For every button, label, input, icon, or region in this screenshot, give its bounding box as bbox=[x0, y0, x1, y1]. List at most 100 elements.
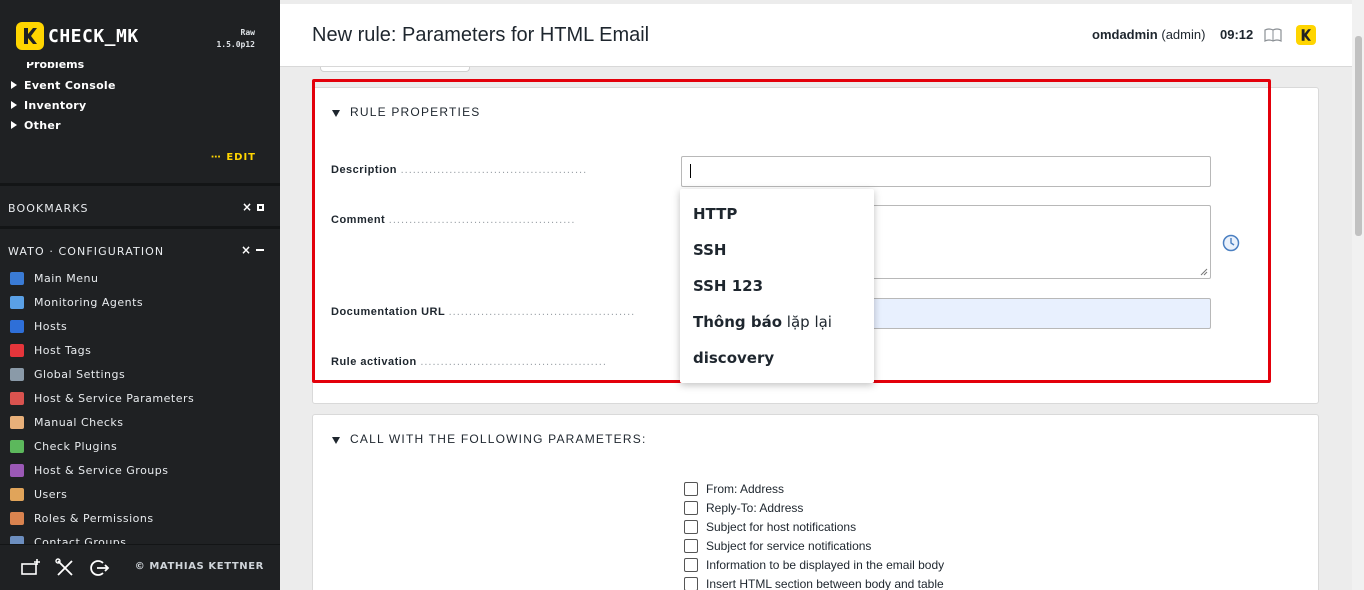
param-checkbox-row[interactable]: Reply-To: Address bbox=[684, 500, 803, 516]
checkbox[interactable] bbox=[684, 520, 698, 534]
wato-menu-item[interactable]: Check Plugins bbox=[10, 439, 117, 455]
user-role: (admin) bbox=[1161, 27, 1206, 42]
menu-item-label: Check Plugins bbox=[34, 440, 118, 453]
call-params-header[interactable]: CALL WITH THE FOLLOWING PARAMETERS: bbox=[332, 432, 646, 446]
sidebar-item-other[interactable]: Other bbox=[11, 119, 61, 132]
wato-menu-item[interactable]: Roles & Permissions bbox=[10, 511, 154, 527]
logo-bar: CHECK_MK Raw 1.5.0p12 bbox=[0, 0, 280, 62]
menu-item-icon bbox=[10, 440, 24, 453]
tools-icon[interactable] bbox=[52, 555, 78, 581]
checkbox[interactable] bbox=[684, 539, 698, 553]
add-snapin-icon[interactable] bbox=[18, 555, 44, 581]
menu-item-icon bbox=[10, 464, 24, 477]
checkmk-k-icon[interactable] bbox=[1296, 25, 1316, 45]
label-dots: ........................................… bbox=[448, 306, 636, 318]
label-dots: ........................................… bbox=[400, 164, 588, 176]
user-info[interactable]: omdadmin (admin) bbox=[1092, 27, 1205, 42]
comment-label: Comment ................................… bbox=[331, 214, 575, 226]
triangle-right-icon bbox=[11, 101, 17, 109]
menu-item-icon bbox=[10, 512, 24, 525]
username: omdadmin bbox=[1092, 27, 1158, 42]
edit-link[interactable]: ⋯ EDIT bbox=[211, 152, 256, 163]
tree-item-label: Event Console bbox=[24, 79, 116, 92]
triangle-down-icon bbox=[332, 110, 340, 117]
param-label: From: Address bbox=[706, 482, 785, 496]
wato-menu-item[interactable]: Manual Checks bbox=[10, 415, 124, 431]
sidebar-item-event-console[interactable]: Event Console bbox=[11, 79, 116, 92]
version-label: 1.5.0p12 bbox=[216, 40, 255, 49]
wato-title[interactable]: WATO · CONFIGURATION bbox=[8, 245, 164, 258]
maximize-icon[interactable] bbox=[257, 204, 264, 211]
triangle-right-icon bbox=[11, 81, 17, 89]
checkbox[interactable] bbox=[684, 501, 698, 515]
timestamp-icon[interactable] bbox=[1222, 234, 1240, 252]
param-label: Subject for host notifications bbox=[706, 520, 857, 534]
autocomplete-option[interactable]: Thông báo lặp lại bbox=[680, 311, 874, 347]
label-text: Documentation URL bbox=[331, 306, 446, 318]
checkbox[interactable] bbox=[684, 558, 698, 572]
menu-item-label: Host Tags bbox=[34, 344, 92, 357]
checkbox[interactable] bbox=[684, 577, 698, 590]
minimize-icon[interactable] bbox=[256, 249, 264, 251]
triangle-down-icon bbox=[332, 437, 340, 444]
param-checkbox-row[interactable]: From: Address bbox=[684, 481, 784, 497]
menu-item-icon bbox=[10, 416, 24, 429]
autocomplete-option[interactable]: SSH 123 bbox=[680, 275, 874, 311]
page: CHECK_MK Raw 1.5.0p12 Problems Event Con… bbox=[0, 0, 1364, 590]
menu-item-label: Hosts bbox=[34, 320, 68, 333]
sidebar-item-inventory[interactable]: Inventory bbox=[11, 99, 87, 112]
scrollbar-thumb[interactable] bbox=[1355, 36, 1362, 236]
param-checkbox-row[interactable]: Information to be displayed in the email… bbox=[684, 557, 944, 573]
wato-menu-item[interactable]: Global Settings bbox=[10, 367, 125, 383]
page-title: New rule: Parameters for HTML Email bbox=[312, 24, 650, 46]
wato-menu-item[interactable]: Hosts bbox=[10, 319, 67, 335]
menu-item-icon bbox=[10, 344, 24, 357]
sidebar-separator bbox=[0, 183, 280, 186]
wato-menu-item[interactable]: Users bbox=[10, 487, 67, 503]
autocomplete-option[interactable]: HTTP bbox=[680, 203, 874, 239]
sidebar-separator bbox=[0, 226, 280, 229]
wato-menu-item[interactable]: Host Tags bbox=[10, 343, 91, 359]
param-checkbox-row[interactable]: Subject for host notifications bbox=[684, 519, 856, 535]
rule-activation-label: Rule activation ........................… bbox=[331, 356, 607, 368]
copyright-text: © MATHIAS KETTNER bbox=[134, 561, 264, 572]
wato-menu-item[interactable]: Host & Service Groups bbox=[10, 463, 169, 479]
logout-icon[interactable] bbox=[86, 555, 112, 581]
clock: 09:12 bbox=[1220, 27, 1254, 42]
option-text-rest: lặp lại bbox=[782, 313, 832, 331]
menu-item-icon bbox=[10, 320, 24, 333]
text-caret bbox=[690, 164, 691, 178]
description-input[interactable] bbox=[681, 156, 1211, 187]
menu-item-icon bbox=[10, 296, 24, 309]
wato-menu-item[interactable]: Host & Service Parameters bbox=[10, 391, 194, 407]
triangle-right-icon bbox=[11, 121, 17, 129]
resize-grip-icon[interactable] bbox=[1200, 268, 1208, 276]
logo-text: CHECK_MK bbox=[48, 26, 139, 47]
param-label: Information to be displayed in the email… bbox=[706, 558, 945, 572]
autocomplete-option[interactable]: SSH bbox=[680, 239, 874, 275]
option-text: discovery bbox=[693, 349, 775, 367]
checkbox[interactable] bbox=[684, 482, 698, 496]
option-text: HTTP bbox=[693, 205, 738, 223]
param-checkbox-row[interactable]: Insert HTML section between body and tab… bbox=[684, 576, 944, 590]
wato-menu-item[interactable]: Main Menu bbox=[10, 271, 98, 287]
label-text: Description bbox=[331, 164, 398, 176]
bookmarks-title[interactable]: BOOKMARKS bbox=[8, 202, 89, 215]
close-icon[interactable]: × bbox=[241, 243, 251, 257]
autocomplete-dropdown: HTTP SSH SSH 123 Thông báo lặp lại disco… bbox=[680, 189, 874, 383]
autocomplete-option[interactable]: discovery bbox=[680, 347, 874, 383]
book-icon[interactable] bbox=[1264, 28, 1282, 42]
sidebar-footer: © MATHIAS KETTNER bbox=[0, 544, 280, 590]
rule-properties-header[interactable]: RULE PROPERTIES bbox=[332, 105, 480, 119]
close-icon[interactable]: × bbox=[242, 200, 252, 214]
wato-controls: × bbox=[241, 243, 264, 257]
menu-item-label: Host & Service Parameters bbox=[34, 392, 195, 405]
menu-item-label: Monitoring Agents bbox=[34, 296, 144, 309]
wato-menu-item[interactable]: Monitoring Agents bbox=[10, 295, 143, 311]
checkmk-logo-icon[interactable] bbox=[16, 22, 44, 50]
label-text: Rule activation bbox=[331, 356, 417, 368]
menu-item-icon bbox=[10, 272, 24, 285]
edition-label: Raw bbox=[240, 28, 255, 37]
param-checkbox-row[interactable]: Subject for service notifications bbox=[684, 538, 871, 554]
label-text: Comment bbox=[331, 214, 386, 226]
